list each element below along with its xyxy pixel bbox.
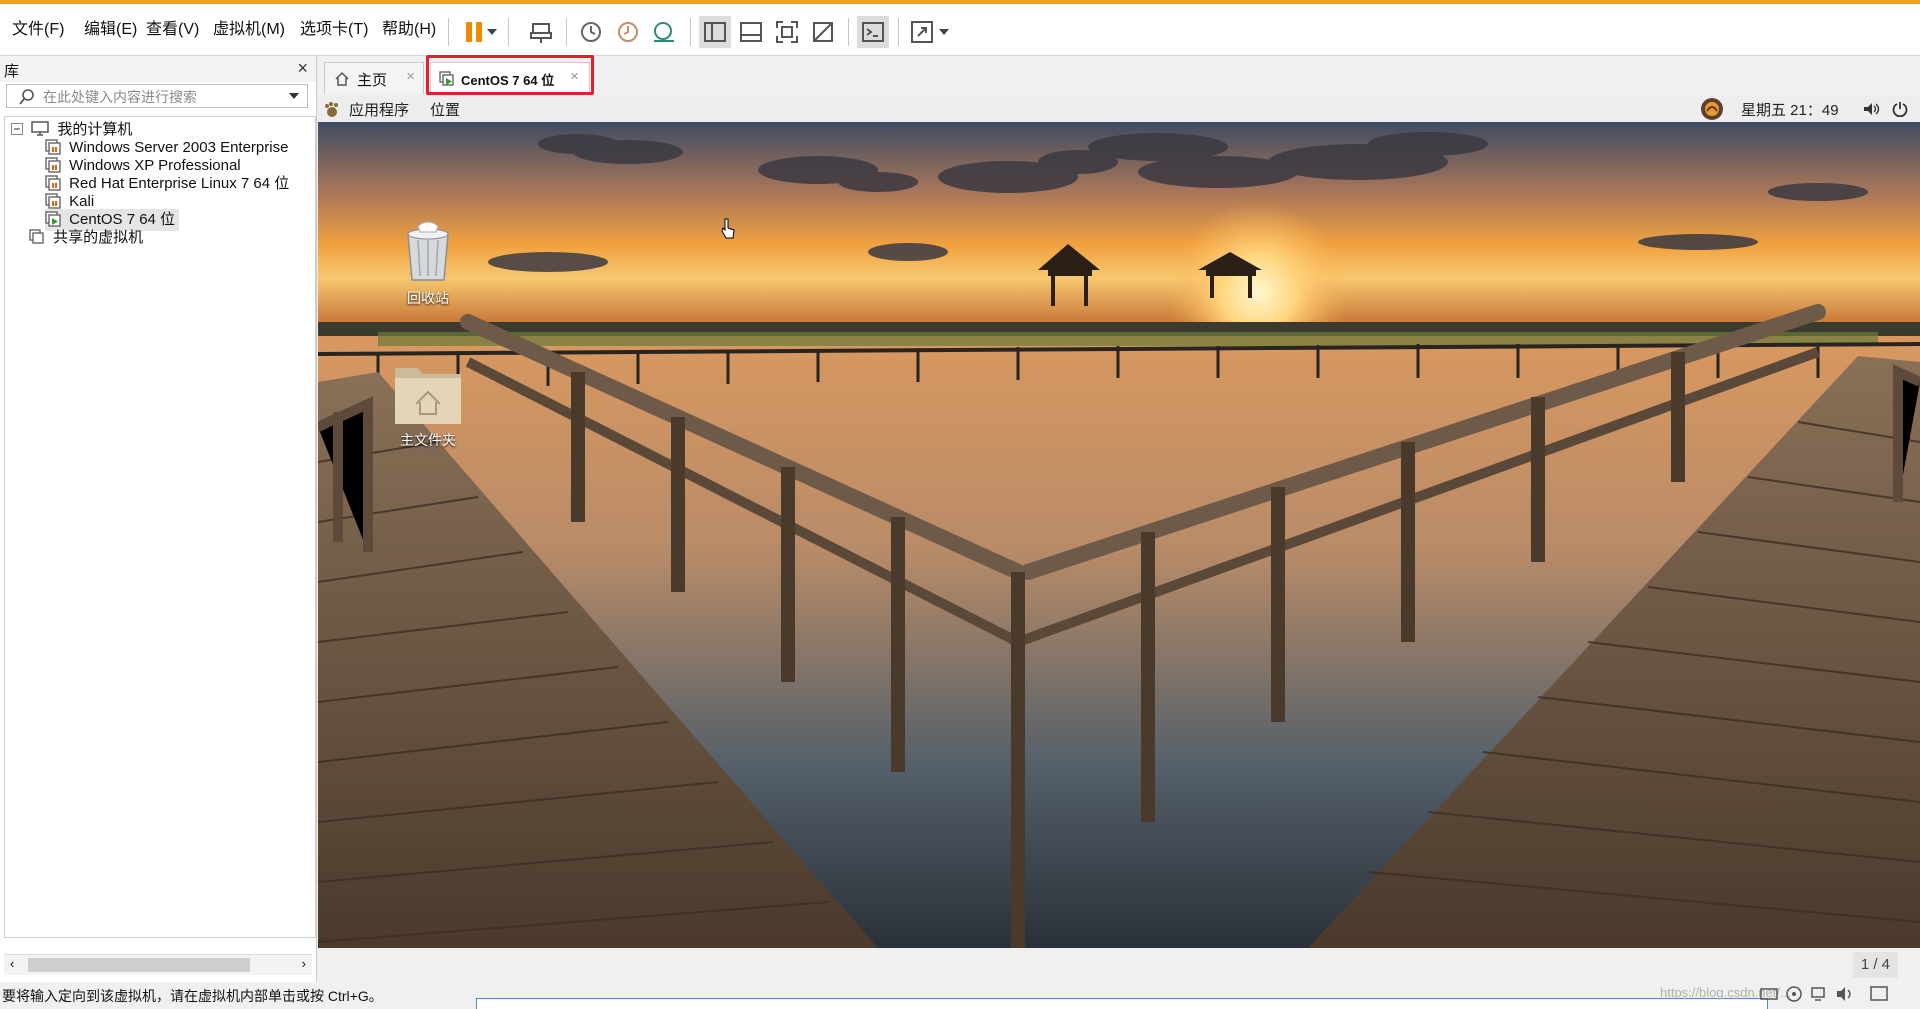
toolbar-separator (448, 18, 449, 46)
menu-file[interactable]: 文件(F) (6, 18, 70, 42)
snapshot-icon[interactable] (575, 16, 607, 48)
status-bar: 要将输入定向到该虚拟机，请在虚拟机内部单击或按 Ctrl+G。 https://… (0, 982, 1920, 1009)
vm-tree: 我的计算机 Windows Server 2003 Enterprise Win… (4, 116, 316, 938)
vm-icon (45, 139, 61, 155)
shared-vm-icon (29, 229, 44, 244)
tab-home[interactable]: 主页 × (324, 62, 424, 94)
toolbar-separator (898, 18, 899, 46)
menu-edit[interactable]: 编辑(E) (78, 18, 143, 42)
scroll-left-icon[interactable]: ‹ (10, 956, 14, 971)
applications-menu[interactable]: 应用程序 (349, 99, 409, 120)
scroll-right-icon[interactable]: › (302, 956, 306, 971)
desktop-icon-label: 主文件夹 (400, 432, 456, 448)
dropdown-icon[interactable] (482, 16, 502, 48)
collapse-icon[interactable] (11, 123, 23, 135)
dropdown-icon[interactable] (934, 16, 954, 48)
active-tab-highlight (426, 55, 594, 95)
library-view-icon[interactable] (699, 16, 731, 48)
library-title: 库 (4, 63, 20, 80)
menu-bar: 文件(F) 编辑(E) 查看(V) 虚拟机(M) 选项卡(T) 帮助(H) (0, 0, 1920, 56)
toolbar-separator (508, 18, 509, 46)
menu-tabs[interactable]: 选项卡(T) (294, 18, 374, 42)
search-icon (19, 89, 34, 105)
unity-icon[interactable] (807, 16, 839, 48)
desktop-icon-trash[interactable]: 回收站 (388, 216, 468, 308)
tab-label: 主页 (357, 72, 388, 89)
vm-icon (45, 157, 61, 173)
close-icon[interactable]: × (297, 58, 308, 79)
toolbar-separator (566, 18, 567, 46)
power-icon[interactable] (1892, 101, 1908, 117)
tree-label: 共享的虚拟机 (53, 229, 144, 246)
cd-rom-icon[interactable] (1786, 986, 1802, 1002)
vm-display[interactable]: 应用程序 位置 星期五 21：49 回收站 主文件夹 (318, 96, 1920, 948)
desktop-icon-home-folder[interactable]: 主文件夹 (384, 358, 472, 450)
send-ctrl-alt-del-icon[interactable] (525, 16, 557, 48)
console-icon[interactable] (857, 16, 889, 48)
tree-label: 我的计算机 (57, 121, 133, 138)
revert-snapshot-icon[interactable] (612, 16, 644, 48)
vm-icon (45, 193, 61, 209)
status-message: 要将输入定向到该虚拟机，请在虚拟机内部单击或按 Ctrl+G。 (2, 988, 383, 1004)
close-icon[interactable]: × (406, 68, 415, 85)
clock[interactable]: 星期五 21：49 (1741, 99, 1839, 120)
fullscreen-icon[interactable] (771, 16, 803, 48)
sound-icon[interactable] (1836, 986, 1854, 1002)
snapshot-manager-icon[interactable] (648, 16, 680, 48)
vm-icon (45, 175, 61, 191)
vm-pager-bar: 1 / 4 (318, 948, 1920, 982)
desktop-icon-label: 回收站 (407, 290, 449, 306)
library-panel: 库 × 我的计算机 Windows Server 2003 Enterprise… (0, 56, 317, 982)
thumbnail-view-icon[interactable] (735, 16, 767, 48)
tree-label: Kali (69, 193, 95, 210)
volume-icon[interactable] (1863, 102, 1881, 116)
workspace-indicator[interactable]: 1 / 4 (1852, 952, 1898, 978)
desktop[interactable]: 回收站 主文件夹 (318, 122, 1920, 948)
tree-label: CentOS 7 64 位 (69, 211, 176, 228)
dropdown-icon[interactable] (289, 93, 299, 99)
home-folder-icon (395, 368, 461, 424)
tree-label: Windows Server 2003 Enterprise (69, 139, 289, 156)
tree-item-shared-vms[interactable]: 共享的虚拟机 (29, 227, 143, 249)
vm-thumbnail-strip (476, 998, 1768, 1009)
menu-view[interactable]: 查看(V) (140, 18, 205, 42)
scroll-thumb[interactable] (28, 958, 250, 972)
menu-help[interactable]: 帮助(H) (376, 18, 442, 42)
wallpaper-image (318, 122, 1920, 948)
hard-disk-icon[interactable] (1760, 986, 1778, 1002)
user-avatar-icon[interactable] (1700, 97, 1724, 121)
mouse-cursor-icon (721, 218, 735, 239)
gnome-foot-icon (325, 102, 338, 117)
vm-running-icon (45, 211, 61, 227)
toolbar-separator (690, 18, 691, 46)
menu-vm[interactable]: 虚拟机(M) (207, 18, 291, 42)
tree-label: Red Hat Enterprise Linux 7 64 位 (69, 175, 290, 192)
gnome-top-bar: 应用程序 位置 星期五 21：49 (318, 96, 1920, 122)
library-search[interactable] (6, 84, 308, 108)
library-header: 库 × (0, 56, 316, 82)
computer-icon (31, 121, 49, 136)
toolbar-separator (848, 18, 849, 46)
display-icon[interactable] (1870, 986, 1888, 1002)
trash-icon (407, 221, 449, 281)
home-icon (335, 71, 349, 86)
places-menu[interactable]: 位置 (430, 99, 460, 120)
tree-label: Windows XP Professional (69, 157, 241, 174)
search-input[interactable] (41, 87, 285, 107)
horizontal-scrollbar[interactable]: ‹ › (4, 954, 312, 975)
network-icon[interactable] (1810, 986, 1826, 1002)
